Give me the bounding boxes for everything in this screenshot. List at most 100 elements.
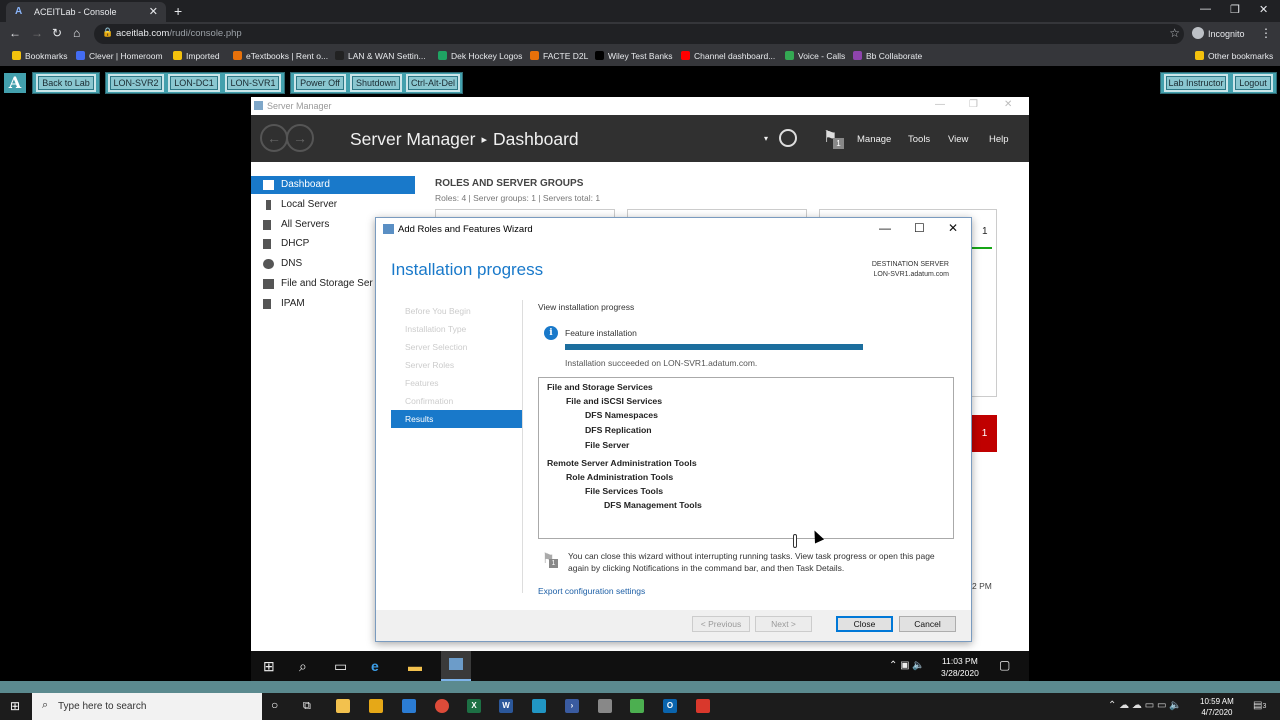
result-item: Remote Server Administration Tools xyxy=(547,458,697,468)
close-tab-icon[interactable]: ✕ xyxy=(149,5,158,18)
bookmark-item[interactable]: Imported xyxy=(173,51,220,61)
menu-tools[interactable]: Tools xyxy=(908,134,930,145)
ctrl-alt-del-button[interactable]: Ctrl-Alt-Del xyxy=(406,74,460,92)
word-icon[interactable]: W xyxy=(499,699,513,713)
tab-title: ACEITLab - Console xyxy=(34,7,117,17)
power-off-button[interactable]: Power Off xyxy=(294,74,346,92)
cancel-button[interactable]: Cancel xyxy=(899,616,956,632)
next-button[interactable]: Next > xyxy=(755,616,812,632)
bookmark-item[interactable]: Bookmarks xyxy=(12,51,68,61)
file-explorer-icon[interactable]: ▬ xyxy=(408,658,422,674)
dropdown-chevron-icon[interactable]: ▾ xyxy=(764,134,768,143)
bookmark-item[interactable]: eTextbooks | Rent o... xyxy=(233,51,328,61)
settings-icon[interactable] xyxy=(598,699,612,713)
chrome-icon[interactable] xyxy=(435,699,449,713)
incognito-indicator[interactable]: Incognito xyxy=(1192,27,1245,39)
sidebar-item-dashboard[interactable]: Dashboard xyxy=(251,176,415,194)
close-window-icon[interactable]: ✕ xyxy=(1259,3,1268,16)
tray-icons[interactable]: ⌃ ☁ ☁ ▭ ▭ 🔈 xyxy=(1108,700,1182,711)
browser-tab[interactable]: A ACEITLab - Console ✕ xyxy=(6,2,166,22)
bookmark-star-icon[interactable]: ☆ xyxy=(1169,26,1180,40)
close-button[interactable]: Close xyxy=(836,616,893,632)
success-message: Installation succeeded on LON-SVR1.adatu… xyxy=(565,358,758,368)
home-icon[interactable]: ⌂ xyxy=(73,26,80,40)
feature-installation-label: Feature installation xyxy=(565,328,637,338)
task-view-icon[interactable]: ⧉ xyxy=(303,700,311,713)
bookmark-item[interactable]: Wiley Test Banks xyxy=(595,51,673,61)
result-item: File Services Tools xyxy=(585,486,664,496)
step-results[interactable]: Results xyxy=(391,410,522,428)
windows-start-icon[interactable]: ⊞ xyxy=(10,699,20,713)
maximize-icon[interactable]: ❐ xyxy=(969,99,978,110)
app-red-icon[interactable] xyxy=(696,699,710,713)
store-icon[interactable] xyxy=(369,699,383,713)
refresh-icon[interactable] xyxy=(779,129,797,147)
internet-explorer-icon[interactable]: e xyxy=(371,658,379,674)
server-manager-icon xyxy=(254,101,263,110)
machine-button-lon-dc1[interactable]: LON-DC1 xyxy=(168,74,220,92)
host-clock[interactable]: 10:59 AM 4/7/2020 xyxy=(1200,696,1234,718)
new-tab-icon[interactable]: + xyxy=(174,3,182,19)
vm-clock[interactable]: 11:03 PM 3/28/2020 xyxy=(941,655,979,679)
machine-button-lon-svr1[interactable]: LON-SVR1 xyxy=(225,74,281,92)
powershell-icon[interactable]: › xyxy=(565,699,579,713)
menu-help[interactable]: Help xyxy=(989,134,1009,145)
bookmark-item[interactable]: LAN & WAN Settin... xyxy=(335,51,426,61)
minimize-icon[interactable]: — xyxy=(879,221,891,235)
forward-icon[interactable]: → xyxy=(31,26,43,40)
close-icon[interactable]: ✕ xyxy=(1004,99,1012,110)
menu-view[interactable]: View xyxy=(948,134,968,145)
menu-manage[interactable]: Manage xyxy=(857,134,891,145)
wizard-titlebar: Add Roles and Features Wizard — ☐ ✕ xyxy=(376,218,971,240)
forward-icon[interactable]: → xyxy=(286,124,314,152)
minimize-icon[interactable]: — xyxy=(1200,3,1211,15)
action-center-icon[interactable]: ▢ xyxy=(999,658,1010,672)
outlook-icon[interactable]: O xyxy=(663,699,677,713)
task-view-icon[interactable]: ▭ xyxy=(334,658,347,675)
dns-icon xyxy=(263,259,274,269)
excel-icon[interactable]: X xyxy=(467,699,481,713)
bookmark-item[interactable]: Voice - Calls xyxy=(785,51,845,61)
bookmark-item[interactable]: Dek Hockey Logos xyxy=(438,51,522,61)
cortana-icon[interactable]: ○ xyxy=(271,698,278,712)
etextbooks-icon xyxy=(233,51,242,60)
windows-start-icon[interactable]: ⊞ xyxy=(263,658,275,675)
search-icon[interactable]: ⌕ xyxy=(299,658,307,675)
mail-icon[interactable] xyxy=(402,699,416,713)
machine-button-lon-svr2[interactable]: LON-SVR2 xyxy=(108,74,164,92)
result-item: Role Administration Tools xyxy=(566,472,674,482)
results-list[interactable]: File and Storage Services File and iSCSI … xyxy=(538,377,954,539)
lab-instructor-button[interactable]: Lab Instructor xyxy=(1164,74,1228,92)
maximize-icon[interactable]: ☐ xyxy=(914,221,925,235)
sidebar-item-local-server[interactable]: Local Server xyxy=(251,196,415,214)
logout-button[interactable]: Logout xyxy=(1233,74,1273,92)
file-explorer-icon[interactable] xyxy=(336,699,350,713)
alert-count-tile[interactable]: 1 xyxy=(972,415,997,452)
taskbar-search-box[interactable]: ⌕ Type here to search xyxy=(32,693,262,720)
notepad-icon[interactable] xyxy=(630,699,644,713)
shutdown-button[interactable]: Shutdown xyxy=(350,74,402,92)
app-icon[interactable] xyxy=(532,699,546,713)
notifications-icon[interactable]: ▤3 xyxy=(1253,700,1266,711)
bookmark-item[interactable]: Clever | Homeroom xyxy=(76,51,163,61)
minimize-icon[interactable]: — xyxy=(935,99,945,110)
browser-menu-icon[interactable]: ⋮ xyxy=(1260,26,1272,40)
tray-icons[interactable]: ⌃ ▣ 🔈 xyxy=(889,660,925,671)
close-icon[interactable]: ✕ xyxy=(948,221,958,235)
bookmark-item[interactable]: FACTE D2L xyxy=(530,51,588,61)
address-bar[interactable]: 🔒 aceitlab.com/rudi/console.php ☆ xyxy=(94,24,1184,44)
other-bookmarks[interactable]: Other bookmarks xyxy=(1195,51,1273,61)
restore-icon[interactable]: ❐ xyxy=(1230,3,1240,16)
browser-toolbar: ← → ↻ ⌂ 🔒 aceitlab.com/rudi/console.php … xyxy=(0,22,1280,46)
reload-icon[interactable]: ↻ xyxy=(52,26,62,40)
previous-button[interactable]: < Previous xyxy=(692,616,750,632)
host-date: 4/7/2020 xyxy=(1201,708,1233,717)
back-to-lab-button[interactable]: Back to Lab xyxy=(36,74,96,92)
back-icon[interactable]: ← xyxy=(9,26,21,40)
server-manager-taskbar-button[interactable] xyxy=(441,651,471,681)
back-icon[interactable]: ← xyxy=(260,124,288,152)
bookmark-item[interactable]: Bb Collaborate xyxy=(853,51,922,61)
bookmark-item[interactable]: Channel dashboard... xyxy=(681,51,775,61)
export-configuration-link[interactable]: Export configuration settings xyxy=(538,586,645,596)
notifications-flag-icon[interactable]: ⚑ 1 xyxy=(823,127,844,149)
